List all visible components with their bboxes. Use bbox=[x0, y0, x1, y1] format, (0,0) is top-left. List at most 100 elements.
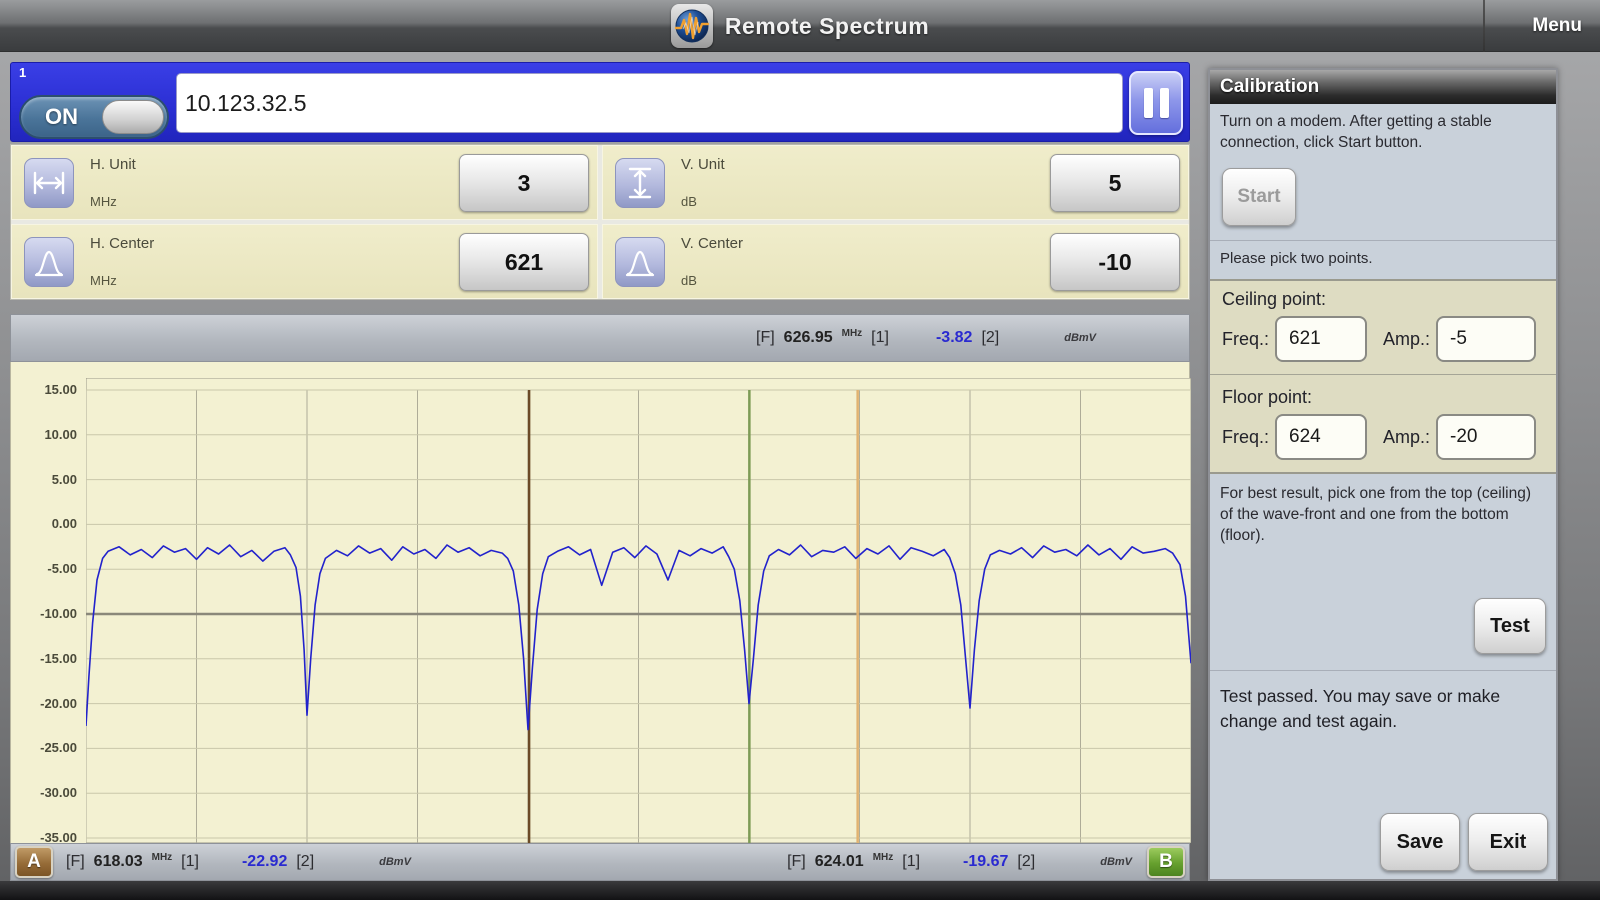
peak-curve-icon bbox=[24, 237, 74, 287]
floor-amp-input[interactable] bbox=[1436, 414, 1536, 460]
marker-b-button[interactable]: B bbox=[1147, 846, 1185, 878]
v-unit-unit: dB bbox=[681, 194, 697, 209]
test-result-text: Test passed. You may save or make change… bbox=[1220, 684, 1540, 733]
pause-button[interactable] bbox=[1129, 71, 1183, 135]
power-toggle[interactable]: ON bbox=[19, 95, 169, 139]
remote-spectrum-app: Remote Spectrum Menu 1 ON H. Unit bbox=[0, 0, 1600, 900]
v-unit-label: V. Unit bbox=[681, 156, 725, 173]
v-center-label: V. Center bbox=[681, 235, 743, 252]
v-unit-control: V. Unit dB 5 bbox=[602, 145, 1189, 220]
y-tick-label: 15.00 bbox=[15, 382, 77, 397]
y-tick-label: -15.00 bbox=[15, 651, 77, 666]
a-marker-tag: [F] bbox=[66, 853, 85, 871]
separator bbox=[1210, 670, 1556, 671]
h-unit-label: H. Unit bbox=[90, 156, 136, 173]
floor-point-row: Freq.: Amp.: bbox=[1222, 414, 1544, 460]
pause-icon bbox=[1160, 88, 1169, 118]
start-button[interactable]: Start bbox=[1222, 168, 1296, 226]
h-unit-unit: MHz bbox=[90, 194, 117, 209]
f-marker-tag-2: [2] bbox=[981, 329, 999, 347]
floor-amp-label: Amp.: bbox=[1383, 427, 1430, 448]
floor-freq-label: Freq.: bbox=[1222, 427, 1269, 448]
v-span-icon bbox=[615, 158, 665, 208]
a-marker-tag-1: [1] bbox=[181, 853, 199, 871]
pause-icon bbox=[1144, 88, 1153, 118]
calibration-points-box: Ceiling point: Freq.: Amp.: Floor point:… bbox=[1210, 279, 1556, 474]
y-tick-label: -25.00 bbox=[15, 740, 77, 755]
pick-points-prompt: Please pick two points. bbox=[1220, 249, 1546, 269]
ceiling-point-label: Ceiling point: bbox=[1222, 289, 1544, 310]
b-marker-amplitude-unit: dBmV bbox=[1100, 856, 1132, 868]
f-marker-amplitude-unit: dBmV bbox=[1064, 332, 1096, 344]
v-center-value-button[interactable]: -10 bbox=[1050, 233, 1180, 291]
b-marker-tag-2: [2] bbox=[1017, 853, 1035, 871]
spectrum-controls: H. Unit MHz 3 V. Unit dB 5 bbox=[10, 144, 1190, 300]
title-group: Remote Spectrum bbox=[0, 0, 1600, 52]
a-marker-frequency: 618.03 bbox=[94, 853, 143, 871]
a-marker-amplitude-unit: dBmV bbox=[379, 856, 411, 868]
calibration-body: Turn on a modem. After getting a stable … bbox=[1210, 104, 1556, 881]
floor-point-label: Floor point: bbox=[1222, 387, 1544, 408]
titlebar-divider bbox=[1483, 0, 1485, 52]
h-center-control: H. Center MHz 621 bbox=[11, 224, 598, 299]
separator bbox=[1210, 374, 1556, 375]
a-marker-amplitude: -22.92 bbox=[242, 853, 287, 871]
y-tick-label: -30.00 bbox=[15, 785, 77, 800]
ip-address-input[interactable] bbox=[176, 73, 1123, 133]
v-center-control: V. Center dB -10 bbox=[602, 224, 1189, 299]
b-marker-frequency-unit: MHz bbox=[873, 852, 894, 863]
ceiling-freq-label: Freq.: bbox=[1222, 329, 1269, 350]
b-marker-frequency: 624.01 bbox=[815, 853, 864, 871]
y-tick-label: -20.00 bbox=[15, 696, 77, 711]
exit-button[interactable]: Exit bbox=[1468, 813, 1548, 871]
h-center-unit: MHz bbox=[90, 273, 117, 288]
y-tick-label: -10.00 bbox=[15, 606, 77, 621]
ceiling-amp-input[interactable] bbox=[1436, 316, 1536, 362]
spectrum-chart[interactable]: 15.0010.005.000.00-5.00-10.00-15.00-20.0… bbox=[10, 362, 1190, 843]
a-marker-tag-2: [2] bbox=[296, 853, 314, 871]
f-marker-frequency-unit: MHz bbox=[842, 328, 863, 339]
y-tick-label: 5.00 bbox=[15, 472, 77, 487]
b-marker-tag: [F] bbox=[787, 853, 806, 871]
test-button[interactable]: Test bbox=[1474, 598, 1546, 654]
h-center-label: H. Center bbox=[90, 235, 154, 252]
ceiling-freq-input[interactable] bbox=[1275, 316, 1367, 362]
title-bar: Remote Spectrum Menu bbox=[0, 0, 1600, 52]
b-marker-amplitude: -19.67 bbox=[963, 853, 1008, 871]
power-toggle-knob[interactable] bbox=[102, 100, 164, 134]
y-tick-label: -5.00 bbox=[15, 561, 77, 576]
ceiling-amp-label: Amp.: bbox=[1383, 329, 1430, 350]
a-marker-readout: A [F] 618.03 MHz [1] -22.92 [2] dBmV bbox=[15, 844, 411, 880]
menu-button[interactable]: Menu bbox=[1532, 0, 1582, 52]
calibration-panel: Calibration Turn on a modem. After getti… bbox=[1208, 68, 1558, 881]
f-marker-amplitude: -3.82 bbox=[936, 329, 972, 347]
calibration-bottom-buttons: Save Exit bbox=[1380, 813, 1548, 871]
peak-curve-icon bbox=[615, 237, 665, 287]
b-marker-tag-1: [1] bbox=[902, 853, 920, 871]
marker-readout-top: [F] 626.95 MHz [1] -3.82 [2] dBmV bbox=[10, 314, 1190, 362]
v-unit-value-button[interactable]: 5 bbox=[1050, 154, 1180, 212]
f-marker-readout: [F] 626.95 MHz [1] -3.82 [2] dBmV bbox=[756, 315, 1096, 361]
y-tick-label: 0.00 bbox=[15, 516, 77, 531]
floor-freq-input[interactable] bbox=[1275, 414, 1367, 460]
app-title: Remote Spectrum bbox=[725, 13, 929, 40]
marker-readout-bottom: A [F] 618.03 MHz [1] -22.92 [2] dBmV [F]… bbox=[10, 843, 1190, 881]
h-unit-value-button[interactable]: 3 bbox=[459, 154, 589, 212]
connection-index: 1 bbox=[19, 65, 26, 80]
h-span-icon bbox=[24, 158, 74, 208]
ceiling-point-row: Freq.: Amp.: bbox=[1222, 316, 1544, 362]
spectrum-plot[interactable] bbox=[86, 378, 1191, 843]
calibration-hint-text: For best result, pick one from the top (… bbox=[1220, 484, 1546, 547]
power-toggle-label: ON bbox=[45, 104, 78, 130]
footer-strip bbox=[0, 881, 1600, 900]
a-marker-frequency-unit: MHz bbox=[152, 852, 173, 863]
f-marker-tag: [F] bbox=[756, 329, 775, 347]
marker-a-button[interactable]: A bbox=[15, 846, 53, 878]
h-unit-control: H. Unit MHz 3 bbox=[11, 145, 598, 220]
h-center-value-button[interactable]: 621 bbox=[459, 233, 589, 291]
app-logo-icon bbox=[671, 4, 713, 48]
v-center-unit: dB bbox=[681, 273, 697, 288]
f-marker-frequency: 626.95 bbox=[784, 329, 833, 347]
connection-bar: 1 ON bbox=[10, 62, 1190, 142]
save-button[interactable]: Save bbox=[1380, 813, 1460, 871]
